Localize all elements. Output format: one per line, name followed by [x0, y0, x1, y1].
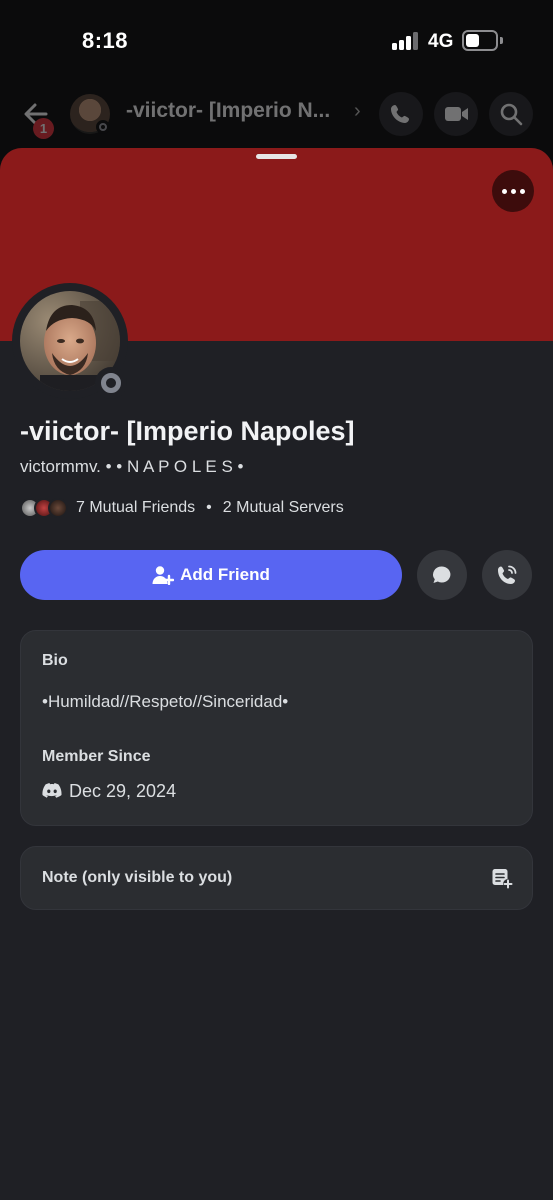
network-label: 4G	[428, 31, 454, 52]
call-button[interactable]	[379, 92, 423, 136]
bio-label: Bio	[42, 652, 68, 669]
video-button[interactable]	[434, 92, 478, 136]
header-title[interactable]: -viictor- [Imperio N...	[126, 99, 330, 123]
call-user-button[interactable]	[482, 550, 532, 600]
profile-display-name: -viictor- [Imperio Napoles]	[20, 416, 355, 446]
add-user-icon	[152, 566, 175, 585]
profile-username[interactable]: victormmv. • • N A P O L E S •	[20, 457, 243, 477]
dot-icon	[501, 188, 507, 194]
dot-icon	[510, 188, 516, 194]
note-label: Note (only visible to you)	[42, 869, 233, 886]
bio-text: •Humildad//Respeto//Sinceridad•	[42, 692, 289, 711]
mutuals-row[interactable]: 7 Mutual Friends • 2 Mutual Servers	[20, 497, 344, 519]
battery-icon	[462, 30, 498, 51]
more-options-button[interactable]	[492, 170, 534, 212]
search-icon	[500, 103, 523, 126]
add-friend-button[interactable]: Add Friend	[20, 550, 402, 600]
separator-dot: •	[206, 499, 212, 516]
note-add-icon[interactable]	[491, 867, 513, 889]
chat-header: 1 -viictor- [Imperio N... ›	[0, 80, 553, 150]
phone-icon	[391, 105, 409, 123]
discord-icon	[42, 783, 62, 799]
search-button[interactable]	[489, 92, 533, 136]
status-time: 8:18	[82, 28, 129, 53]
mutual-friends-link[interactable]: 7 Mutual Friends	[76, 499, 195, 517]
mutual-avatars	[20, 497, 72, 519]
message-button[interactable]	[417, 550, 467, 600]
status-bar: 8:18 4G	[0, 0, 553, 80]
chat-bubble-icon	[433, 566, 451, 583]
chevron-right-icon: ›	[354, 100, 361, 122]
sheet-grabber[interactable]	[256, 154, 297, 159]
member-since-label: Member Since	[42, 748, 151, 765]
profile-sheet: -viictor- [Imperio Napoles] victormmv. •…	[0, 148, 553, 1200]
bio-card: Bio •Humildad//Respeto//Sinceridad• Memb…	[20, 630, 533, 826]
phone-call-icon	[498, 565, 517, 584]
mutual-servers-link[interactable]: 2 Mutual Servers	[223, 499, 344, 517]
status-offline-icon	[95, 367, 127, 399]
member-since-date: Dec 29, 2024	[69, 781, 177, 801]
unread-badge: 1	[33, 118, 54, 139]
status-offline-icon	[96, 120, 110, 134]
add-friend-label: Add Friend	[180, 565, 270, 584]
signal-icon	[392, 32, 420, 50]
battery-nub	[500, 37, 503, 44]
video-camera-icon	[445, 107, 468, 121]
note-card[interactable]: Note (only visible to you)	[20, 846, 533, 910]
dot-icon	[519, 188, 525, 194]
